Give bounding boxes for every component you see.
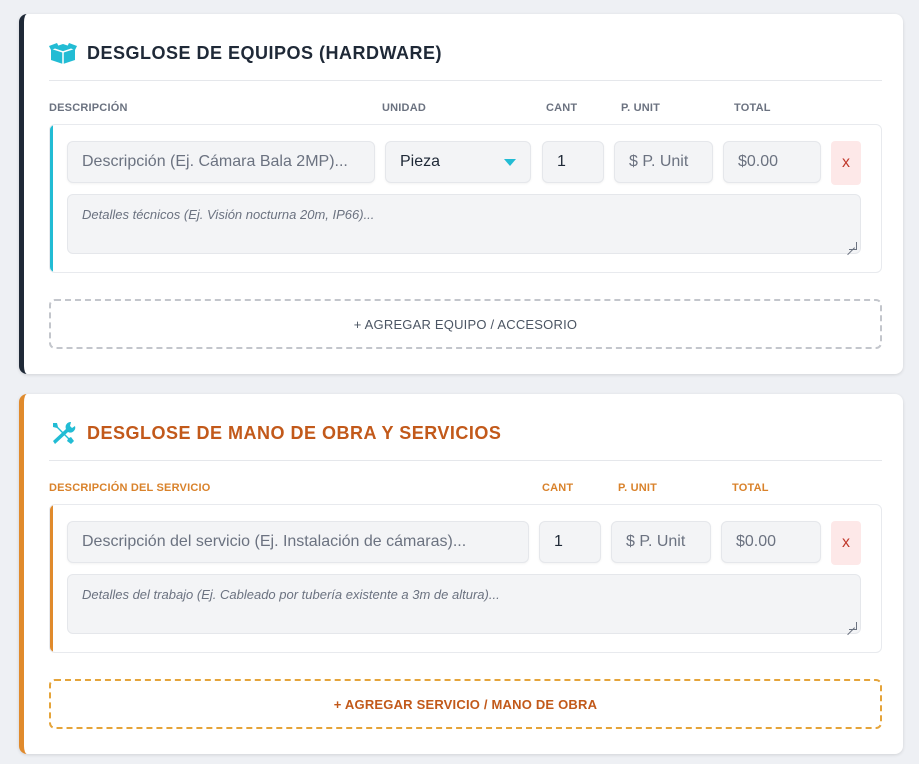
col-total: TOTAL bbox=[734, 102, 771, 114]
total-field: $0.00 bbox=[723, 141, 821, 183]
hardware-section: DESGLOSE DE EQUIPOS (HARDWARE) DESCRIPCI… bbox=[19, 14, 903, 374]
col-punit: P. UNIT bbox=[621, 102, 661, 114]
col-descripcion-servicio: DESCRIPCIÓN DEL SERVICIO bbox=[49, 482, 211, 494]
unit-price-input[interactable]: $ P. Unit bbox=[614, 141, 713, 183]
details-placeholder: Detalles técnicos (Ej. Visión nocturna 2… bbox=[82, 207, 375, 222]
total-field: $0.00 bbox=[721, 521, 821, 563]
delete-item-button[interactable]: x bbox=[831, 521, 861, 565]
quantity-input[interactable]: 1 bbox=[539, 521, 601, 563]
services-header: DESGLOSE DE MANO DE OBRA Y SERVICIOS bbox=[49, 420, 882, 461]
add-equipment-button[interactable]: + AGREGAR EQUIPO / ACCESORIO bbox=[49, 299, 882, 349]
chevron-down-icon bbox=[504, 158, 516, 166]
tools-icon bbox=[53, 421, 76, 444]
hardware-item-row: Descripción (Ej. Cámara Bala 2MP)... Pie… bbox=[49, 124, 882, 273]
service-item-row: Descripción del servicio (Ej. Instalació… bbox=[49, 504, 882, 653]
col-unidad: UNIDAD bbox=[382, 102, 426, 114]
quantity-input[interactable]: 1 bbox=[542, 141, 604, 183]
resize-handle-icon[interactable] bbox=[849, 622, 857, 630]
col-punit: P. UNIT bbox=[618, 482, 658, 494]
col-descripcion: DESCRIPCIÓN bbox=[49, 102, 128, 114]
resize-handle-icon[interactable] bbox=[849, 242, 857, 250]
hardware-title: DESGLOSE DE EQUIPOS (HARDWARE) bbox=[87, 43, 443, 63]
box-icon bbox=[49, 43, 77, 64]
col-cant: CANT bbox=[542, 482, 574, 494]
delete-item-button[interactable]: x bbox=[831, 141, 861, 185]
details-textarea[interactable]: Detalles técnicos (Ej. Visión nocturna 2… bbox=[67, 194, 861, 254]
unit-price-input[interactable]: $ P. Unit bbox=[611, 521, 711, 563]
add-service-button[interactable]: + AGREGAR SERVICIO / MANO DE OBRA bbox=[49, 679, 882, 729]
service-description-input[interactable]: Descripción del servicio (Ej. Instalació… bbox=[67, 521, 529, 563]
details-placeholder: Detalles del trabajo (Ej. Cableado por t… bbox=[82, 587, 500, 602]
description-input[interactable]: Descripción (Ej. Cámara Bala 2MP)... bbox=[67, 141, 375, 183]
hardware-header: DESGLOSE DE EQUIPOS (HARDWARE) bbox=[49, 40, 882, 81]
services-section: DESGLOSE DE MANO DE OBRA Y SERVICIOS DES… bbox=[19, 394, 903, 754]
services-title: DESGLOSE DE MANO DE OBRA Y SERVICIOS bbox=[87, 423, 502, 443]
unit-select-value: Pieza bbox=[400, 153, 441, 170]
col-total: TOTAL bbox=[732, 482, 769, 494]
col-cant: CANT bbox=[546, 102, 578, 114]
details-textarea[interactable]: Detalles del trabajo (Ej. Cableado por t… bbox=[67, 574, 861, 634]
unit-select[interactable]: Pieza bbox=[385, 141, 531, 183]
